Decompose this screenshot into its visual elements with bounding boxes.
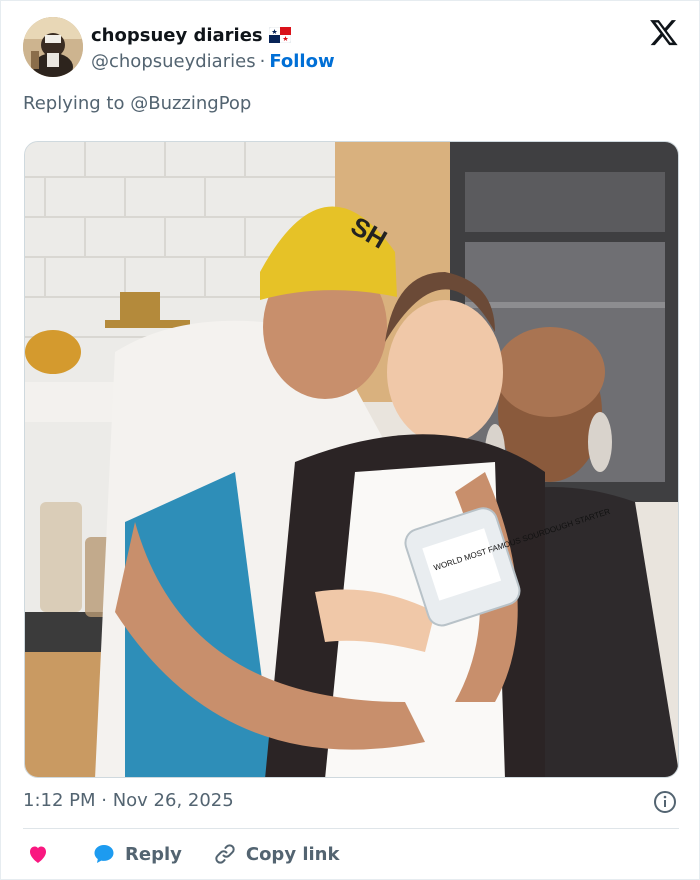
- display-name[interactable]: chopsuey diaries: [91, 25, 263, 46]
- follow-button[interactable]: Follow: [269, 51, 334, 72]
- tweet-actions: Reply Copy link: [23, 839, 339, 869]
- handle[interactable]: @chopsueydiaries: [91, 51, 256, 72]
- copy-link-label: Copy link: [245, 843, 340, 865]
- reply-button[interactable]: Reply: [91, 842, 182, 866]
- replying-prefix: Replying to: [23, 93, 125, 114]
- like-button[interactable]: [25, 842, 51, 866]
- avatar-image: [23, 17, 83, 77]
- x-logo-icon[interactable]: [649, 17, 679, 47]
- handle-separator: ·: [259, 51, 266, 72]
- panama-flag-icon: [268, 27, 291, 43]
- timestamp-row: 1:12 PM · Nov 26, 2025: [23, 790, 679, 816]
- tweet-header: chopsuey diaries @chopsueydiaries · Foll…: [23, 17, 683, 79]
- tweet-photo[interactable]: SH WORLD MOST FAMOUS SOURDOUGH STARTER: [24, 141, 679, 778]
- heart-icon: [30, 846, 46, 863]
- avatar[interactable]: [23, 17, 83, 77]
- info-icon[interactable]: [653, 790, 677, 814]
- author-names: chopsuey diaries @chopsueydiaries · Foll…: [91, 23, 335, 73]
- reply-bubble-icon: [94, 845, 114, 863]
- divider: [23, 828, 679, 829]
- copy-link-button[interactable]: Copy link: [212, 842, 340, 866]
- replying-mention[interactable]: @BuzzingPop: [130, 93, 251, 114]
- link-icon: [215, 844, 235, 864]
- replying-to: Replying to @BuzzingPop: [23, 93, 251, 114]
- timestamp[interactable]: 1:12 PM · Nov 26, 2025: [23, 790, 234, 811]
- tweet-card: chopsuey diaries @chopsueydiaries · Foll…: [0, 0, 700, 880]
- photo-illustration: SH WORLD MOST FAMOUS SOURDOUGH STARTER: [25, 142, 678, 777]
- reply-label: Reply: [125, 843, 182, 865]
